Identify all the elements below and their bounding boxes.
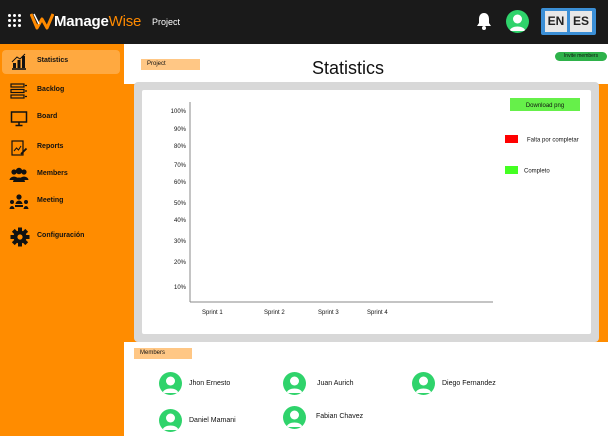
- member-name: Juan Aurich: [317, 380, 354, 387]
- user-icon: [162, 376, 179, 393]
- legend-swatch: [505, 135, 518, 143]
- member-name: Jhon Ernesto: [189, 380, 231, 387]
- bar-chart-icon: [11, 53, 26, 70]
- backlog-icon: [10, 83, 27, 99]
- legend-label: Falta por completar: [527, 138, 579, 144]
- sidebar-item-label: Reports: [37, 143, 64, 150]
- user-icon: [509, 14, 526, 31]
- page-title: Statistics: [312, 58, 385, 78]
- members-section: Members Jhon Ernesto Juan Aurich Diego F…: [124, 342, 608, 436]
- sidebar-item-board[interactable]: Board: [2, 106, 120, 130]
- sidebar-item-members[interactable]: Members: [2, 163, 120, 187]
- y-tick-label: 10%: [174, 285, 187, 291]
- member-name: Diego Fernandez: [442, 380, 496, 387]
- legend-swatch: [505, 166, 518, 174]
- member-name: Daniel Mamani: [189, 417, 236, 424]
- user-icon: [286, 376, 303, 393]
- statistics-panel: 100% 90% 80% 70% 60% 50% 40% 30% 20% 10% Sprint 1 S…: [134, 82, 599, 342]
- lang-es-button[interactable]: ES: [570, 11, 592, 32]
- language-switcher: EN ES: [541, 8, 596, 35]
- report-icon: [11, 140, 28, 156]
- nav-project-link[interactable]: Project: [152, 17, 180, 27]
- monitor-icon: [10, 111, 28, 127]
- sidebar-item-statistics[interactable]: Statistics: [2, 50, 120, 74]
- sidebar-item-label: Meeting: [37, 197, 64, 204]
- x-tick-label: Sprint 3: [318, 310, 339, 316]
- y-tick-label: 70%: [174, 163, 187, 169]
- main-content: Project Invite members Statistics 100% 90…: [124, 44, 608, 436]
- statistics-chart: 100% 90% 80% 70% 60% 50% 40% 30% 20% 10% Sprint 1 S…: [171, 98, 580, 316]
- sidebar-item-reports[interactable]: Reports: [2, 136, 120, 160]
- meeting-icon: [9, 194, 29, 209]
- sidebar-item-label: Backlog: [37, 86, 65, 93]
- member-avatar: [412, 372, 435, 395]
- y-tick-label: 50%: [174, 201, 187, 207]
- y-tick-label: 80%: [174, 144, 187, 150]
- chart-card: 100% 90% 80% 70% 60% 50% 40% 30% 20% 10% Sprint 1 S…: [142, 90, 591, 334]
- x-tick-label: Sprint 1: [202, 310, 223, 316]
- y-tick-label: 30%: [174, 239, 187, 245]
- logo-icon: [30, 13, 54, 30]
- user-icon: [286, 410, 303, 427]
- sidebar-item-label: Configuración: [37, 232, 85, 239]
- y-tick-label: 90%: [174, 127, 187, 133]
- legend-label: Completo: [524, 169, 550, 175]
- member-avatar: [159, 409, 182, 432]
- sidebar-item-label: Statistics: [37, 57, 69, 64]
- member-name: Fabian Chavez: [316, 413, 364, 420]
- lang-en-button[interactable]: EN: [545, 11, 567, 32]
- apps-grid-icon[interactable]: [8, 14, 22, 28]
- sidebar-item-label: Board: [37, 113, 58, 120]
- x-tick-label: Sprint 2: [264, 310, 285, 316]
- sidebar-item-backlog[interactable]: Backlog: [2, 79, 120, 103]
- invite-members-button[interactable]: Invite members: [555, 52, 607, 61]
- y-tick-label: 60%: [174, 180, 187, 186]
- user-icon: [415, 376, 432, 393]
- members-chip: Members: [134, 348, 192, 359]
- user-icon: [162, 413, 179, 430]
- member-avatar: [283, 406, 306, 429]
- sidebar-item-meeting[interactable]: Meeting: [2, 190, 120, 214]
- y-tick-label: 100%: [171, 109, 187, 115]
- bell-icon[interactable]: [476, 12, 492, 30]
- member-avatar: [283, 372, 306, 395]
- sidebar-item-configuracion[interactable]: Configuración: [2, 225, 120, 249]
- sidebar: Statistics Backlog Board Reports Members…: [0, 44, 124, 436]
- top-bar: ManageWise Project EN ES: [0, 0, 608, 44]
- users-icon: [9, 167, 29, 182]
- user-avatar[interactable]: [506, 10, 529, 33]
- download-png-label: Download png: [526, 103, 564, 109]
- brand-name: ManageWise: [54, 13, 142, 30]
- gear-icon: [10, 227, 30, 247]
- y-tick-label: 20%: [174, 260, 187, 266]
- x-tick-label: Sprint 4: [367, 310, 388, 316]
- y-tick-label: 40%: [174, 218, 187, 224]
- sidebar-item-label: Members: [37, 170, 68, 177]
- member-avatar: [159, 372, 182, 395]
- project-chip[interactable]: Project: [141, 59, 200, 70]
